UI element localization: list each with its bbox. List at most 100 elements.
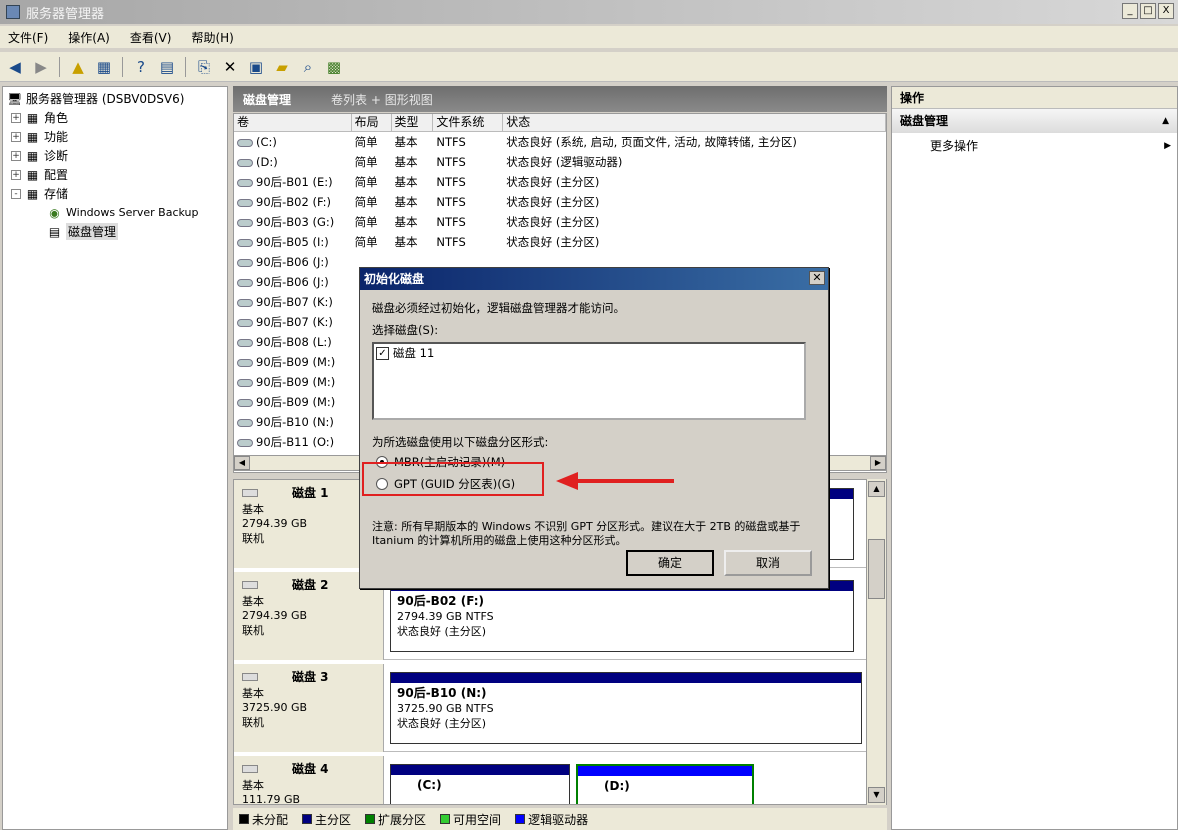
cell-text: 简单 (354, 155, 378, 169)
partition[interactable]: 90后-B02 (F:) 2794.39 GB NTFS 状态良好 (主分区) (390, 580, 854, 652)
tree-item-features[interactable]: + ▦ 功能 (7, 127, 223, 146)
cell-text: NTFS (436, 215, 466, 229)
table-cell: 90后-B06 (J:) (234, 254, 352, 270)
table-row[interactable]: 90后-B01 (E:) 简单 基本 NTFS 状态良好 (主分区) (234, 172, 886, 192)
table-row[interactable]: (C:) 简单 基本 NTFS 状态良好 (系统, 启动, 页面文件, 活动, 故障转储… (234, 132, 886, 152)
menu-file[interactable]: 文件(F) (8, 29, 48, 46)
volume-icon (237, 198, 253, 207)
column-header-layout[interactable]: 布局 (352, 114, 392, 131)
table-row[interactable]: 90后-B05 (I:) 简单 基本 NTFS 状态良好 (主分区) (234, 232, 886, 252)
dialog-title: 初始化磁盘 (364, 272, 425, 286)
disk-name: 磁盘 4 (292, 762, 329, 776)
tree-item-storage[interactable]: - ▦ 存储 (7, 184, 223, 203)
settings-icon[interactable]: ▩ (323, 56, 345, 78)
menu-action[interactable]: 操作(A) (68, 29, 110, 46)
actions-section[interactable]: 磁盘管理 ▲ (892, 109, 1177, 133)
table-cell: 状态良好 (主分区) (503, 214, 886, 230)
open-icon[interactable]: ▰ (271, 56, 293, 78)
toolbar-divider (185, 56, 186, 77)
partition[interactable]: 90后-B10 (N:) 3725.90 GB NTFS 状态良好 (主分区) (390, 672, 862, 744)
vertical-scrollbar[interactable]: ▲ ▼ (866, 479, 886, 805)
more-actions-item[interactable]: 更多操作 ▶ (892, 133, 1177, 159)
expand-icon[interactable]: + (11, 150, 21, 161)
table-cell: 基本 (392, 234, 434, 250)
table-row[interactable]: 90后-B02 (F:) 简单 基本 NTFS 状态良好 (主分区) (234, 192, 886, 212)
partition[interactable]: (C:) (390, 764, 570, 804)
scroll-up-icon[interactable]: ▲ (868, 481, 885, 497)
backup-icon: ◉ (49, 205, 60, 220)
cell-text: 90后-B09 (M:) (256, 395, 336, 409)
refresh-icon[interactable]: ⎘ (193, 56, 215, 78)
expand-icon[interactable]: + (11, 112, 21, 123)
table-row[interactable]: 90后-B03 (G:) 简单 基本 NTFS 状态良好 (主分区) (234, 212, 886, 232)
menu-view[interactable]: 查看(V) (130, 29, 172, 46)
search-icon[interactable]: ⌕ (297, 56, 319, 78)
close-icon[interactable]: ✕ (809, 271, 825, 285)
minimize-button[interactable]: _ (1122, 3, 1138, 19)
scroll-right-icon[interactable]: ▶ (870, 456, 886, 470)
disk-select-list[interactable]: ✓ 磁盘 11 (372, 342, 806, 420)
view-icon[interactable]: ▤ (156, 56, 178, 78)
tree-item-configuration[interactable]: + ▦ 配置 (7, 165, 223, 184)
expand-icon[interactable]: + (11, 131, 21, 142)
tree-item-roles[interactable]: + ▦ 角色 (7, 108, 223, 127)
cell-text: NTFS (436, 175, 466, 189)
show-hide-tree-icon[interactable]: ▦ (93, 56, 115, 78)
expand-icon[interactable]: + (11, 169, 21, 180)
volume-icon (237, 218, 253, 227)
up-folder-icon[interactable]: ▲ (67, 56, 89, 78)
more-actions-label: 更多操作 (930, 139, 979, 153)
initialize-disk-dialog: 初始化磁盘 ✕ 磁盘必须经过初始化，逻辑磁盘管理器才能访问。 选择磁盘(S): … (359, 267, 829, 589)
scroll-left-icon[interactable]: ◀ (234, 456, 250, 470)
volume-icon (237, 318, 253, 327)
tree-item-label: 角色 (44, 111, 69, 125)
disk-row[interactable]: 磁盘 3 基本 3725.90 GB 联机 90后-B10 (N:) 3725.… (234, 664, 870, 752)
tree-item-label: 功能 (44, 130, 69, 144)
cell-text: 状态良好 (主分区) (506, 175, 600, 189)
table-cell: 简单 (352, 234, 392, 250)
table-cell: 90后-B07 (K:) (234, 314, 352, 330)
table-cell: 基本 (392, 214, 434, 230)
delete-icon[interactable]: ✕ (219, 56, 241, 78)
cell-text: 90后-B10 (N:) (256, 415, 334, 429)
scroll-thumb[interactable] (868, 539, 885, 599)
ok-button[interactable]: 确定 (626, 550, 714, 576)
dialog-intro: 磁盘必须经过初始化，逻辑磁盘管理器才能访问。 (372, 301, 625, 315)
tree-item-diagnostics[interactable]: + ▦ 诊断 (7, 146, 223, 165)
cell-text: 状态良好 (主分区) (506, 215, 600, 229)
maximize-button[interactable]: □ (1140, 3, 1156, 19)
volume-icon (237, 438, 253, 447)
disk-checkbox[interactable]: ✓ (376, 347, 389, 360)
table-row[interactable]: (D:) 简单 基本 NTFS 状态良好 (逻辑驱动器) (234, 152, 886, 172)
volume-icon (237, 378, 253, 387)
cancel-button[interactable]: 取消 (724, 550, 812, 576)
volume-icon (237, 258, 253, 267)
volume-icon (237, 418, 253, 427)
disk-mgmt-icon: ▤ (48, 224, 61, 239)
tree-item-server-manager[interactable]: 🖥 服务器管理器 (DSBV0DSV6) (7, 89, 223, 108)
collapse-icon[interactable]: - (11, 188, 21, 199)
partition-label: 90后-B10 (N:) (397, 686, 487, 700)
cell-text: 90后-B02 (F:) (256, 195, 332, 209)
disk-row[interactable]: 磁盘 4 基本 111.79 GB (C:) (D:) (234, 756, 870, 804)
disk-list-item[interactable]: 磁盘 11 (393, 346, 434, 360)
table-cell: 状态良好 (系统, 启动, 页面文件, 活动, 故障转储, 主分区) (503, 134, 886, 150)
scroll-down-icon[interactable]: ▼ (868, 787, 885, 803)
back-icon[interactable]: ◀ (4, 56, 26, 78)
table-cell: 90后-B03 (G:) (234, 214, 352, 230)
help-icon[interactable]: ? (130, 56, 152, 78)
cell-text: 90后-B09 (M:) (256, 355, 336, 369)
close-button[interactable]: X (1158, 3, 1174, 19)
column-header-type[interactable]: 类型 (392, 114, 434, 131)
properties-icon[interactable]: ▣ (245, 56, 267, 78)
column-header-volume[interactable]: 卷 (234, 114, 352, 131)
column-header-status[interactable]: 状态 (503, 114, 886, 131)
partition[interactable]: (D:) (576, 764, 754, 804)
forward-icon[interactable]: ▶ (30, 56, 52, 78)
tree-item-disk-management[interactable]: ▤ 磁盘管理 (7, 222, 223, 241)
collapse-arrow-icon[interactable]: ▲ (1162, 109, 1169, 133)
menu-help[interactable]: 帮助(H) (191, 29, 233, 46)
tree-item-windows-server-backup[interactable]: ◉ Windows Server Backup (7, 203, 223, 222)
column-header-filesystem[interactable]: 文件系统 (433, 114, 504, 131)
cell-text: 90后-B08 (L:) (256, 335, 332, 349)
